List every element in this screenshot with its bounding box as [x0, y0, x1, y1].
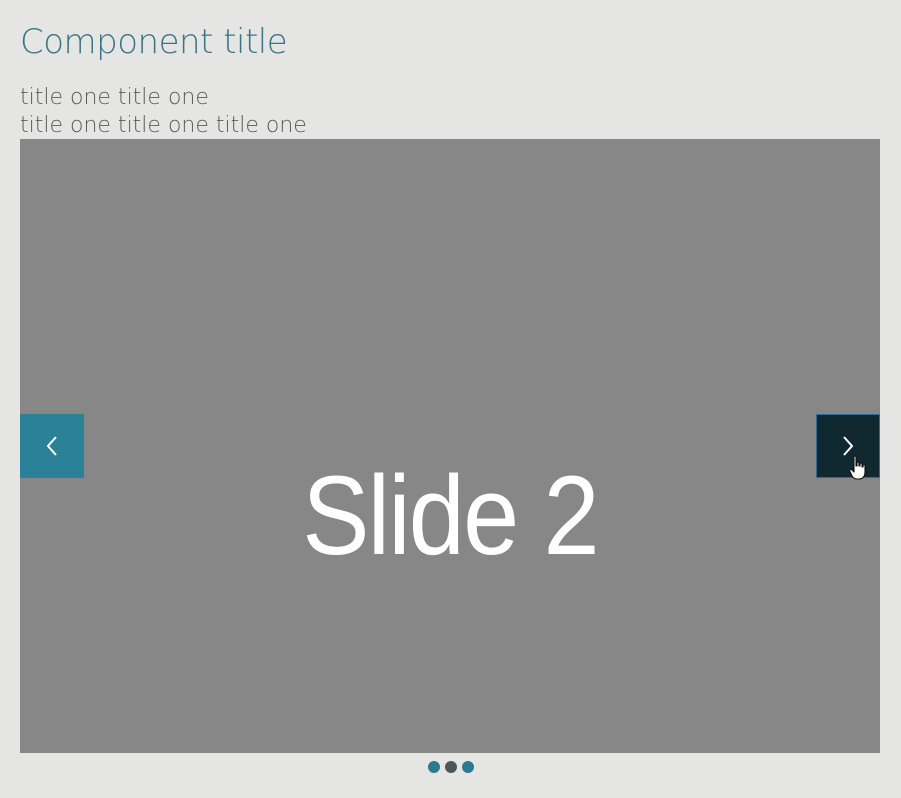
slide-indicator-dot[interactable] — [461, 761, 474, 773]
slide-indicator-dot[interactable] — [427, 761, 440, 773]
subtitle-line: title one title one title one — [20, 113, 307, 138]
chevron-left-icon — [46, 436, 57, 456]
next-slide-button[interactable] — [816, 414, 880, 478]
previous-slide-button[interactable] — [20, 414, 84, 478]
subtitle-line: title one title one — [20, 85, 209, 110]
slide-indicators — [0, 761, 901, 773]
slide-indicator-dot-active[interactable] — [444, 761, 457, 773]
component-title: Component title — [20, 22, 288, 62]
slide-label: Slide 2 — [302, 453, 599, 578]
component-subtitle: title one title one title one title one … — [20, 84, 307, 140]
carousel: Slide 2 — [20, 139, 880, 753]
hand-cursor-icon — [849, 455, 866, 480]
